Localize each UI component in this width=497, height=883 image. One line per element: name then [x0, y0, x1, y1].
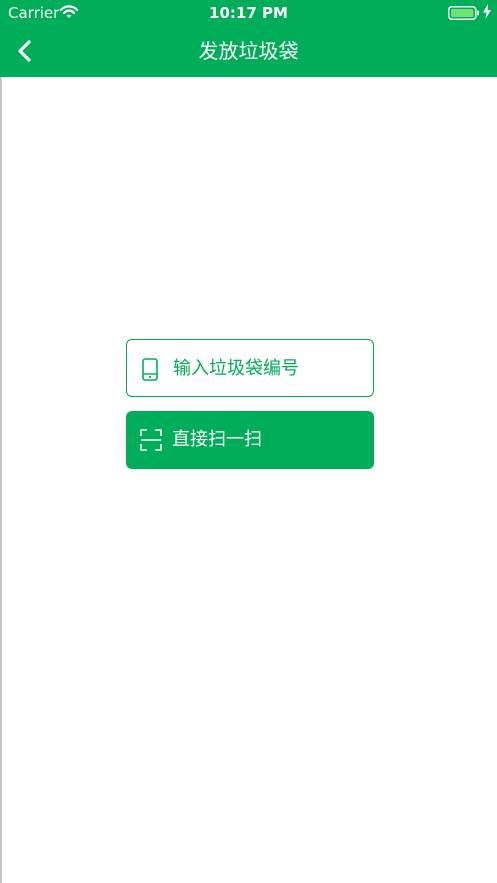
phone-icon [141, 358, 159, 385]
scan-button[interactable]: 直接扫一扫 [126, 411, 374, 469]
page-title: 发放垃圾袋 [198, 39, 299, 63]
status-bar: Carrier 10:17 PM [0, 0, 497, 26]
scan-label: 直接扫一扫 [172, 429, 262, 450]
navigation-bar: 发放垃圾袋 [0, 26, 497, 77]
scan-frame-icon [140, 429, 162, 455]
battery-full-icon [448, 5, 480, 20]
left-edge-divider [0, 77, 2, 883]
charging-bolt-icon [482, 4, 492, 19]
input-bag-number-label: 输入垃圾袋编号 [173, 358, 299, 379]
top-bar: Carrier 10:17 PM 发放垃圾袋 [0, 0, 497, 77]
input-bag-number-button[interactable]: 输入垃圾袋编号 [126, 339, 374, 397]
status-time: 10:17 PM [209, 4, 288, 22]
